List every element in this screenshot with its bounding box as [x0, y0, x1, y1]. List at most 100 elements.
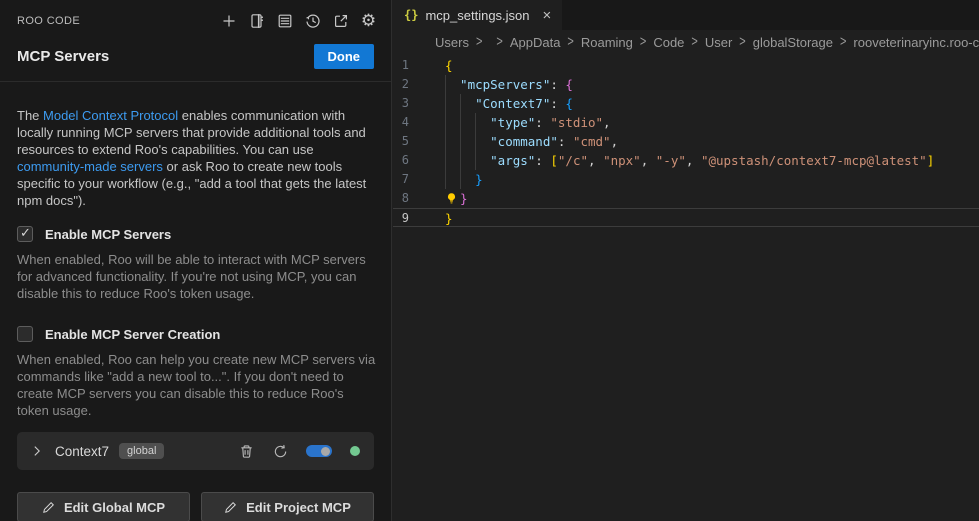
server-name: Context7 [55, 444, 109, 459]
enable-mcp-servers-description: When enabled, Roo will be able to intera… [17, 251, 377, 302]
line-number: 6 [393, 151, 424, 170]
code-line[interactable]: 9} [393, 208, 979, 227]
code-line-content: { [445, 56, 453, 75]
code-line[interactable]: 5"command": "cmd", [393, 132, 979, 151]
chevron-right-icon[interactable] [29, 443, 45, 459]
done-button[interactable]: Done [314, 44, 375, 69]
breadcrumb-item[interactable]: Code [653, 35, 684, 50]
panel-toolbar: ⚙ [220, 12, 377, 29]
code-token: "stdio" [550, 115, 603, 130]
indent-guide [445, 151, 460, 170]
line-number: 2 [393, 75, 424, 94]
breadcrumb-item[interactable]: AppData [510, 35, 561, 50]
lightbulb-icon[interactable] [445, 189, 460, 208]
code-line[interactable]: 1{ [393, 56, 979, 75]
roo-code-panel: ROO CODE ⚙ MCP S [0, 0, 392, 521]
code-token: , [686, 153, 701, 168]
tab-title: mcp_settings.json [425, 8, 529, 23]
line-number: 8 [393, 189, 424, 208]
community-servers-link[interactable]: community-made servers [17, 159, 163, 174]
indent-guide [445, 113, 460, 132]
edit-buttons-row: Edit Global MCP Edit Project MCP [17, 492, 374, 521]
server-row-context7[interactable]: Context7 global [17, 432, 374, 470]
code-token: , [603, 115, 611, 130]
indent-guide [445, 132, 460, 151]
mcp-protocol-link[interactable]: Model Context Protocol [43, 108, 178, 123]
edit-project-mcp-button[interactable]: Edit Project MCP [201, 492, 374, 521]
code-line-content: } [445, 189, 468, 208]
edit-global-mcp-button[interactable]: Edit Global MCP [17, 492, 190, 521]
code-token: : [535, 153, 550, 168]
code-token: , [641, 153, 656, 168]
code-token: } [460, 191, 468, 206]
breadcrumb-separator: > [739, 34, 745, 50]
breadcrumb-separator: > [640, 34, 646, 50]
enable-mcp-servers-checkbox[interactable] [17, 226, 33, 242]
code-token: "args" [490, 153, 535, 168]
code-line[interactable]: 4"type": "stdio", [393, 113, 979, 132]
enable-mcp-creation-section: Enable MCP Server Creation When enabled,… [17, 326, 374, 419]
code-line[interactable]: 8} [393, 189, 979, 208]
indent-guide [445, 170, 460, 189]
code-token: "npx" [603, 153, 641, 168]
indent-guide [460, 113, 475, 132]
editor-pane: {} mcp_settings.json × Users > > AppData > Ro… [393, 0, 979, 521]
code-line-content: } [445, 170, 483, 189]
breadcrumb-item[interactable]: User [705, 35, 732, 50]
indent-guide [475, 151, 490, 170]
enable-mcp-creation-checkbox[interactable] [17, 326, 33, 342]
history-icon[interactable] [304, 12, 321, 29]
code-token: : [550, 96, 565, 111]
code-token: "cmd" [573, 134, 611, 149]
gear-icon[interactable]: ⚙ [360, 12, 377, 29]
vscode-window: ROO CODE ⚙ MCP S [0, 0, 979, 521]
edit-global-mcp-label: Edit Global MCP [64, 500, 165, 515]
code-line[interactable]: 3"Context7": { [393, 94, 979, 113]
breadcrumbs[interactable]: Users>>AppData>Roaming>Code>User>globalS… [393, 30, 979, 54]
pencil-icon [42, 501, 55, 514]
intro-paragraph: The Model Context Protocol enables commu… [17, 107, 379, 209]
plus-icon[interactable] [220, 12, 237, 29]
code-line-content: "command": "cmd", [445, 132, 618, 151]
code-token: "mcpServers" [460, 77, 550, 92]
code-token: } [445, 211, 453, 226]
refresh-icon[interactable] [272, 443, 288, 459]
server-icon[interactable] [276, 12, 293, 29]
code-line[interactable]: 2"mcpServers": { [393, 75, 979, 94]
breadcrumb-separator: > [496, 34, 502, 50]
server-scope-badge: global [119, 443, 164, 459]
breadcrumb-separator: > [567, 34, 573, 50]
code-line-content: "type": "stdio", [445, 113, 611, 132]
breadcrumb-item[interactable]: Users [435, 35, 469, 50]
trash-icon[interactable] [238, 443, 254, 459]
close-icon[interactable]: × [543, 8, 552, 23]
indent-guide [445, 94, 460, 113]
tab-mcp-settings[interactable]: {} mcp_settings.json × [393, 0, 562, 30]
breadcrumb-item[interactable]: rooveterinaryinc.roo-cli [853, 35, 979, 50]
tab-strip: {} mcp_settings.json × [393, 0, 979, 30]
pencil-icon [224, 501, 237, 514]
code-token: : [550, 77, 565, 92]
indent-guide [460, 94, 475, 113]
code-token: } [475, 172, 483, 187]
code-line[interactable]: 7} [393, 170, 979, 189]
line-number: 3 [393, 94, 424, 113]
code-token: : [535, 115, 550, 130]
open-external-icon[interactable] [332, 12, 349, 29]
code-token: [ [550, 153, 558, 168]
code-lines: 1{2 "mcpServers": {3"Context7": {4"type":… [393, 56, 979, 227]
intro-text: The [17, 108, 43, 123]
code-line[interactable]: 6"args": ["/c", "npx", "-y", "@upstash/c… [393, 151, 979, 170]
code-token: "-y" [656, 153, 686, 168]
indent-guide [445, 75, 460, 94]
breadcrumb-separator: > [691, 34, 697, 50]
header-divider [0, 81, 391, 82]
breadcrumb-item[interactable]: globalStorage [753, 35, 833, 50]
indent-guide [460, 170, 475, 189]
server-enabled-toggle[interactable] [306, 445, 332, 457]
notebook-icon[interactable] [248, 12, 265, 29]
code-editor[interactable]: 1{2 "mcpServers": {3"Context7": {4"type":… [393, 54, 979, 227]
panel-titlebar: MCP Servers Done [0, 42, 391, 70]
code-token: "/c" [558, 153, 588, 168]
breadcrumb-item[interactable]: Roaming [581, 35, 633, 50]
